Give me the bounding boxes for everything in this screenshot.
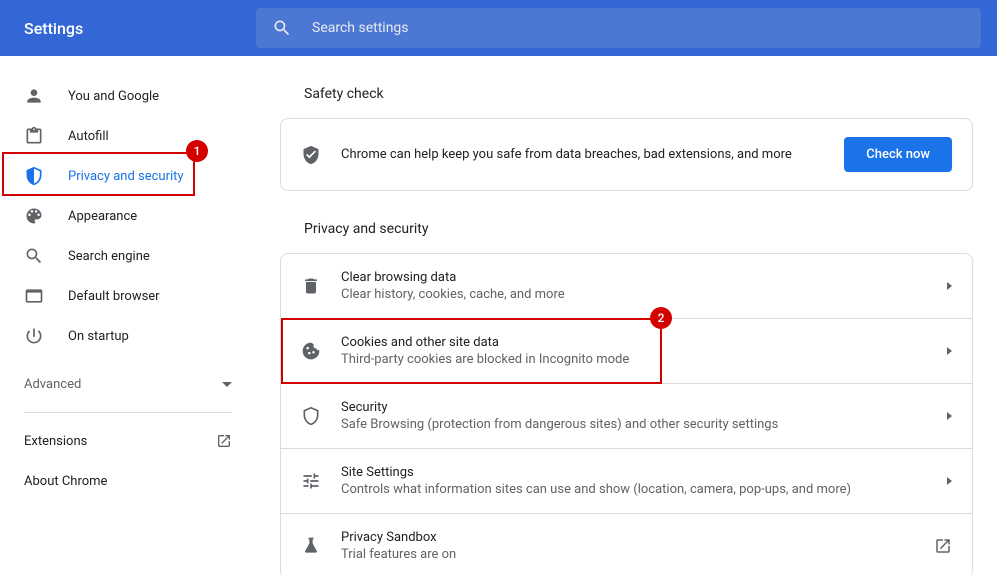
sidebar-item-you-and-google[interactable]: You and Google: [0, 76, 236, 116]
flask-icon: [301, 536, 321, 556]
separator: [24, 412, 232, 413]
section-title-safety: Safety check: [304, 86, 973, 102]
clipboard-icon: [24, 126, 44, 146]
sidebar-item-on-startup[interactable]: On startup: [0, 316, 236, 356]
header-left: Settings: [0, 0, 256, 56]
chevron-right-icon: [947, 282, 952, 290]
verified-shield-icon: [301, 145, 321, 165]
sidebar-item-label: Privacy and security: [68, 169, 184, 184]
safety-check-card: Chrome can help keep you safe from data …: [280, 118, 973, 191]
row-title: Security: [341, 400, 947, 415]
row-subtitle: Safe Browsing (protection from dangerous…: [341, 417, 947, 432]
check-now-button[interactable]: Check now: [844, 137, 952, 172]
search-icon: [272, 18, 292, 38]
sidebar-item-privacy-wrap: Privacy and security 1: [0, 156, 256, 196]
main-content: Safety check Chrome can help keep you sa…: [256, 56, 997, 575]
annotation-badge-2: 2: [650, 307, 672, 329]
sidebar: You and Google Autofill Privacy and secu…: [0, 56, 256, 575]
palette-icon: [24, 206, 44, 226]
sidebar-item-label: Appearance: [68, 209, 137, 224]
power-icon: [24, 326, 44, 346]
row-security[interactable]: Security Safe Browsing (protection from …: [281, 383, 972, 448]
privacy-card: Clear browsing data Clear history, cooki…: [280, 253, 973, 575]
about-label: About Chrome: [24, 474, 107, 489]
row-site-settings[interactable]: Site Settings Controls what information …: [281, 448, 972, 513]
search-wrap: [256, 0, 997, 56]
sidebar-item-label: Default browser: [68, 289, 160, 304]
person-icon: [24, 86, 44, 106]
search-input[interactable]: [312, 20, 965, 36]
advanced-label: Advanced: [24, 377, 81, 392]
safety-check-row: Chrome can help keep you safe from data …: [281, 119, 972, 190]
chevron-down-icon: [222, 382, 232, 387]
header: Settings: [0, 0, 997, 56]
tune-icon: [301, 471, 321, 491]
sidebar-item-default-browser[interactable]: Default browser: [0, 276, 236, 316]
search-bar[interactable]: [256, 8, 981, 48]
advanced-toggle[interactable]: Advanced: [0, 364, 256, 404]
page-title: Settings: [24, 19, 83, 38]
sidebar-item-appearance[interactable]: Appearance: [0, 196, 236, 236]
row-subtitle: Clear history, cookies, cache, and more: [341, 287, 947, 302]
sidebar-item-privacy[interactable]: Privacy and security: [0, 156, 236, 196]
sidebar-item-label: On startup: [68, 329, 129, 344]
open-in-new-icon: [934, 537, 952, 555]
shield-icon: [24, 166, 44, 186]
row-clear-browsing-data[interactable]: Clear browsing data Clear history, cooki…: [281, 254, 972, 318]
safety-check-text: Chrome can help keep you safe from data …: [341, 147, 844, 162]
sidebar-item-label: Autofill: [68, 129, 109, 144]
row-title: Privacy Sandbox: [341, 530, 934, 545]
chevron-right-icon: [947, 412, 952, 420]
browser-icon: [24, 286, 44, 306]
delete-icon: [301, 276, 321, 296]
chevron-right-icon: [947, 477, 952, 485]
row-privacy-sandbox[interactable]: Privacy Sandbox Trial features are on: [281, 513, 972, 575]
chevron-right-icon: [947, 347, 952, 355]
row-subtitle: Third-party cookies are blocked in Incog…: [341, 352, 947, 367]
extensions-label: Extensions: [24, 434, 87, 449]
annotation-badge-1: 1: [186, 140, 208, 162]
extensions-link[interactable]: Extensions: [0, 421, 256, 461]
open-in-new-icon: [216, 433, 232, 449]
sidebar-item-label: Search engine: [68, 249, 150, 264]
sidebar-item-search-engine[interactable]: Search engine: [0, 236, 236, 276]
about-chrome-link[interactable]: About Chrome: [0, 461, 256, 501]
row-subtitle: Controls what information sites can use …: [341, 482, 947, 497]
row-subtitle: Trial features are on: [341, 547, 934, 562]
row-title: Site Settings: [341, 465, 947, 480]
section-title-privacy: Privacy and security: [304, 221, 973, 237]
sidebar-item-label: You and Google: [68, 89, 159, 104]
cookie-icon: [301, 341, 321, 361]
row-title: Clear browsing data: [341, 270, 947, 285]
row-title: Cookies and other site data: [341, 335, 947, 350]
row-cookies[interactable]: Cookies and other site data Third-party …: [281, 318, 972, 383]
shield-outline-icon: [301, 406, 321, 426]
search-icon: [24, 246, 44, 266]
